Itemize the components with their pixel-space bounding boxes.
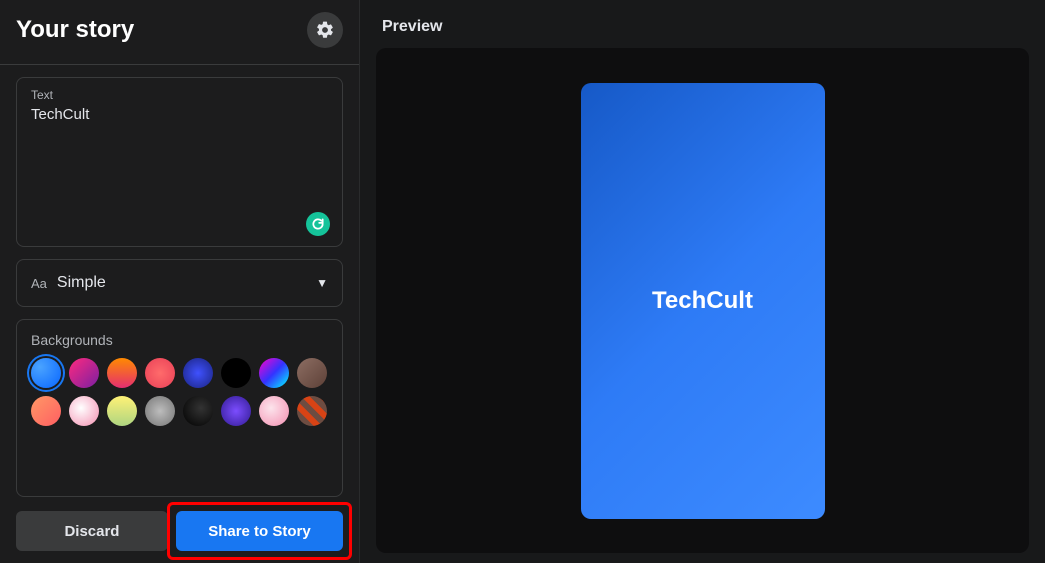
share-to-story-button[interactable]: Share to Story: [176, 511, 343, 551]
backgrounds-title: Backgrounds: [31, 332, 328, 348]
discard-button[interactable]: Discard: [16, 511, 168, 551]
background-swatch[interactable]: [107, 396, 137, 426]
background-swatch[interactable]: [183, 396, 213, 426]
background-swatch[interactable]: [69, 396, 99, 426]
story-text-card: Text: [16, 77, 343, 247]
sidebar-header: Your story: [0, 12, 359, 65]
background-swatch[interactable]: [31, 396, 61, 426]
story-preview-card[interactable]: TechCult: [581, 83, 825, 519]
background-swatch[interactable]: [69, 358, 99, 388]
background-swatch[interactable]: [297, 396, 327, 426]
background-swatch[interactable]: [297, 358, 327, 388]
font-selector-label: Aa Simple: [31, 274, 106, 292]
story-sidebar: Your story Text Aa Simple ▼ Backgrounds …: [0, 0, 360, 563]
action-row: Discard Share to Story: [0, 511, 359, 551]
background-swatch[interactable]: [221, 396, 251, 426]
story-text-input[interactable]: [31, 106, 328, 226]
preview-panel: Preview TechCult: [360, 0, 1045, 563]
text-field-label: Text: [31, 88, 328, 102]
preview-stage: TechCult: [376, 48, 1029, 553]
background-swatch[interactable]: [145, 396, 175, 426]
gear-icon: [315, 20, 335, 40]
background-swatch[interactable]: [145, 358, 175, 388]
background-swatch[interactable]: [221, 358, 251, 388]
font-prefix-icon: Aa: [31, 276, 47, 291]
page-title: Your story: [16, 16, 134, 44]
preview-title: Preview: [382, 18, 1029, 36]
background-swatch[interactable]: [183, 358, 213, 388]
settings-button[interactable]: [307, 12, 343, 48]
grammarly-icon[interactable]: [306, 212, 330, 236]
background-swatch[interactable]: [31, 358, 61, 388]
font-selected-name: Simple: [57, 274, 106, 292]
background-swatch[interactable]: [107, 358, 137, 388]
backgrounds-card: Backgrounds: [16, 319, 343, 497]
background-swatch[interactable]: [259, 358, 289, 388]
chevron-down-icon: ▼: [316, 276, 328, 290]
font-selector[interactable]: Aa Simple ▼: [16, 259, 343, 307]
story-preview-text: TechCult: [652, 287, 753, 315]
background-swatches: [31, 358, 328, 426]
background-swatch[interactable]: [259, 396, 289, 426]
